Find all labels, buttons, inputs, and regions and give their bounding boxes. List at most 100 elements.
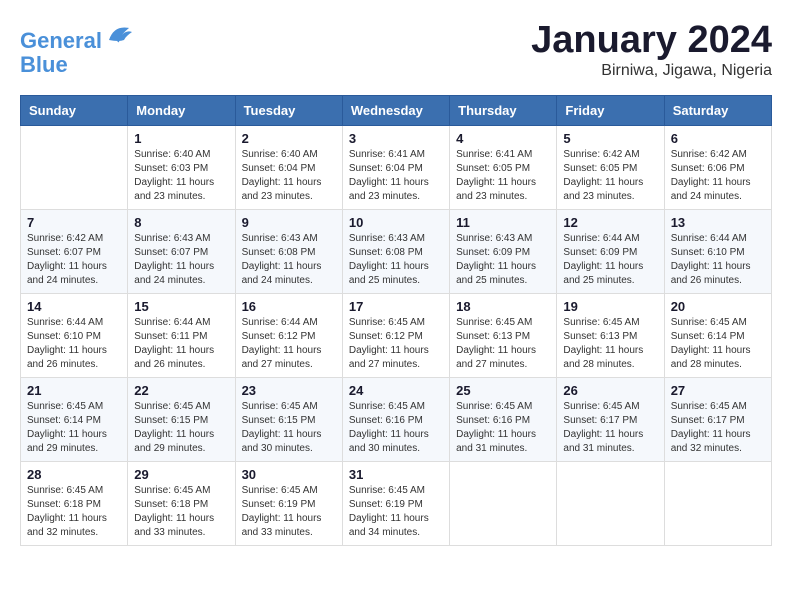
day-number: 2	[242, 131, 336, 146]
day-info: Sunrise: 6:45 AM Sunset: 6:12 PM Dayligh…	[349, 316, 443, 372]
calendar-day-header: Monday	[128, 95, 235, 125]
day-info: Sunrise: 6:41 AM Sunset: 6:04 PM Dayligh…	[349, 148, 443, 204]
calendar-cell	[21, 125, 128, 209]
calendar-cell: 4 Sunrise: 6:41 AM Sunset: 6:05 PM Daylig…	[450, 125, 557, 209]
calendar-cell: 1 Sunrise: 6:40 AM Sunset: 6:03 PM Daylig…	[128, 125, 235, 209]
logo-bird-icon	[104, 20, 134, 48]
day-info: Sunrise: 6:40 AM Sunset: 6:04 PM Dayligh…	[242, 148, 336, 204]
day-info: Sunrise: 6:41 AM Sunset: 6:05 PM Dayligh…	[456, 148, 550, 204]
calendar-cell: 2 Sunrise: 6:40 AM Sunset: 6:04 PM Daylig…	[235, 125, 342, 209]
day-info: Sunrise: 6:45 AM Sunset: 6:13 PM Dayligh…	[563, 316, 657, 372]
day-info: Sunrise: 6:44 AM Sunset: 6:10 PM Dayligh…	[671, 232, 765, 288]
day-info: Sunrise: 6:45 AM Sunset: 6:16 PM Dayligh…	[456, 400, 550, 456]
calendar-cell: 14Sunrise: 6:44 AM Sunset: 6:10 PM Dayli…	[21, 293, 128, 377]
calendar-day-header: Saturday	[664, 95, 771, 125]
day-number: 4	[456, 131, 550, 146]
logo-text: General	[20, 20, 134, 53]
calendar-week-row: 7Sunrise: 6:42 AM Sunset: 6:07 PM Daylig…	[21, 209, 772, 293]
day-info: Sunrise: 6:45 AM Sunset: 6:15 PM Dayligh…	[242, 400, 336, 456]
calendar-cell: 23Sunrise: 6:45 AM Sunset: 6:15 PM Dayli…	[235, 377, 342, 461]
calendar-cell: 16 Sunrise: 6:44 AM Sunset: 6:12 PM Dayli…	[235, 293, 342, 377]
calendar-cell: 29 Sunrise: 6:45 AM Sunset: 6:18 PM Dayli…	[128, 461, 235, 545]
calendar-cell: 28 Sunrise: 6:45 AM Sunset: 6:18 PM Dayli…	[21, 461, 128, 545]
day-number: 13	[671, 215, 765, 230]
day-number: 22	[134, 383, 228, 398]
calendar-cell: 20 Sunrise: 6:45 AM Sunset: 6:14 PM Dayli…	[664, 293, 771, 377]
calendar-week-row: 1 Sunrise: 6:40 AM Sunset: 6:03 PM Daylig…	[21, 125, 772, 209]
page-header: General Blue January 2024 Birniwa, Jigaw…	[20, 20, 772, 80]
day-info: Sunrise: 6:45 AM Sunset: 6:18 PM Dayligh…	[134, 484, 228, 540]
day-info: Sunrise: 6:44 AM Sunset: 6:10 PM Dayligh…	[27, 316, 121, 372]
day-info: Sunrise: 6:40 AM Sunset: 6:03 PM Dayligh…	[134, 148, 228, 204]
day-info: Sunrise: 6:45 AM Sunset: 6:14 PM Dayligh…	[671, 316, 765, 372]
location-subtitle: Birniwa, Jigawa, Nigeria	[531, 62, 772, 80]
calendar-week-row: 14Sunrise: 6:44 AM Sunset: 6:10 PM Dayli…	[21, 293, 772, 377]
calendar-cell: 22 Sunrise: 6:45 AM Sunset: 6:15 PM Dayli…	[128, 377, 235, 461]
day-number: 30	[242, 467, 336, 482]
day-number: 29	[134, 467, 228, 482]
day-number: 7	[27, 215, 121, 230]
day-number: 1	[134, 131, 228, 146]
calendar-week-row: 28 Sunrise: 6:45 AM Sunset: 6:18 PM Dayli…	[21, 461, 772, 545]
calendar-cell: 24 Sunrise: 6:45 AM Sunset: 6:16 PM Dayli…	[342, 377, 449, 461]
calendar-cell: 12 Sunrise: 6:44 AM Sunset: 6:09 PM Dayli…	[557, 209, 664, 293]
calendar-cell: 31 Sunrise: 6:45 AM Sunset: 6:19 PM Dayli…	[342, 461, 449, 545]
day-info: Sunrise: 6:45 AM Sunset: 6:17 PM Dayligh…	[563, 400, 657, 456]
day-info: Sunrise: 6:42 AM Sunset: 6:05 PM Dayligh…	[563, 148, 657, 204]
calendar-cell: 7Sunrise: 6:42 AM Sunset: 6:07 PM Daylig…	[21, 209, 128, 293]
day-info: Sunrise: 6:45 AM Sunset: 6:17 PM Dayligh…	[671, 400, 765, 456]
calendar-header-row: SundayMondayTuesdayWednesdayThursdayFrid…	[21, 95, 772, 125]
calendar-cell: 30Sunrise: 6:45 AM Sunset: 6:19 PM Dayli…	[235, 461, 342, 545]
day-info: Sunrise: 6:43 AM Sunset: 6:07 PM Dayligh…	[134, 232, 228, 288]
day-number: 5	[563, 131, 657, 146]
day-number: 16	[242, 299, 336, 314]
day-info: Sunrise: 6:42 AM Sunset: 6:06 PM Dayligh…	[671, 148, 765, 204]
calendar-week-row: 21 Sunrise: 6:45 AM Sunset: 6:14 PM Dayli…	[21, 377, 772, 461]
calendar-day-header: Sunday	[21, 95, 128, 125]
day-number: 8	[134, 215, 228, 230]
day-number: 25	[456, 383, 550, 398]
day-number: 3	[349, 131, 443, 146]
day-info: Sunrise: 6:43 AM Sunset: 6:08 PM Dayligh…	[242, 232, 336, 288]
day-number: 17	[349, 299, 443, 314]
calendar-cell: 27 Sunrise: 6:45 AM Sunset: 6:17 PM Dayli…	[664, 377, 771, 461]
calendar-cell: 25 Sunrise: 6:45 AM Sunset: 6:16 PM Dayli…	[450, 377, 557, 461]
day-number: 21	[27, 383, 121, 398]
title-area: January 2024 Birniwa, Jigawa, Nigeria	[531, 20, 772, 80]
day-number: 28	[27, 467, 121, 482]
day-info: Sunrise: 6:45 AM Sunset: 6:18 PM Dayligh…	[27, 484, 121, 540]
day-number: 31	[349, 467, 443, 482]
day-info: Sunrise: 6:44 AM Sunset: 6:09 PM Dayligh…	[563, 232, 657, 288]
logo: General Blue	[20, 20, 134, 77]
day-info: Sunrise: 6:45 AM Sunset: 6:14 PM Dayligh…	[27, 400, 121, 456]
day-info: Sunrise: 6:44 AM Sunset: 6:12 PM Dayligh…	[242, 316, 336, 372]
calendar-cell: 3 Sunrise: 6:41 AM Sunset: 6:04 PM Daylig…	[342, 125, 449, 209]
day-number: 10	[349, 215, 443, 230]
calendar-cell: 9Sunrise: 6:43 AM Sunset: 6:08 PM Daylig…	[235, 209, 342, 293]
day-info: Sunrise: 6:45 AM Sunset: 6:15 PM Dayligh…	[134, 400, 228, 456]
day-number: 15	[134, 299, 228, 314]
calendar-cell: 5 Sunrise: 6:42 AM Sunset: 6:05 PM Daylig…	[557, 125, 664, 209]
day-number: 24	[349, 383, 443, 398]
calendar-cell: 26Sunrise: 6:45 AM Sunset: 6:17 PM Dayli…	[557, 377, 664, 461]
day-info: Sunrise: 6:45 AM Sunset: 6:16 PM Dayligh…	[349, 400, 443, 456]
day-info: Sunrise: 6:45 AM Sunset: 6:19 PM Dayligh…	[349, 484, 443, 540]
calendar-day-header: Tuesday	[235, 95, 342, 125]
calendar-day-header: Thursday	[450, 95, 557, 125]
day-number: 11	[456, 215, 550, 230]
calendar-cell	[664, 461, 771, 545]
calendar-cell: 8 Sunrise: 6:43 AM Sunset: 6:07 PM Daylig…	[128, 209, 235, 293]
calendar-cell: 19Sunrise: 6:45 AM Sunset: 6:13 PM Dayli…	[557, 293, 664, 377]
day-number: 27	[671, 383, 765, 398]
calendar-cell: 13 Sunrise: 6:44 AM Sunset: 6:10 PM Dayli…	[664, 209, 771, 293]
month-title: January 2024	[531, 20, 772, 62]
logo-text-blue: Blue	[20, 53, 134, 77]
day-number: 18	[456, 299, 550, 314]
calendar-day-header: Friday	[557, 95, 664, 125]
day-number: 20	[671, 299, 765, 314]
calendar-cell: 17 Sunrise: 6:45 AM Sunset: 6:12 PM Dayli…	[342, 293, 449, 377]
day-info: Sunrise: 6:45 AM Sunset: 6:13 PM Dayligh…	[456, 316, 550, 372]
calendar-cell: 15Sunrise: 6:44 AM Sunset: 6:11 PM Dayli…	[128, 293, 235, 377]
day-number: 12	[563, 215, 657, 230]
day-info: Sunrise: 6:43 AM Sunset: 6:09 PM Dayligh…	[456, 232, 550, 288]
